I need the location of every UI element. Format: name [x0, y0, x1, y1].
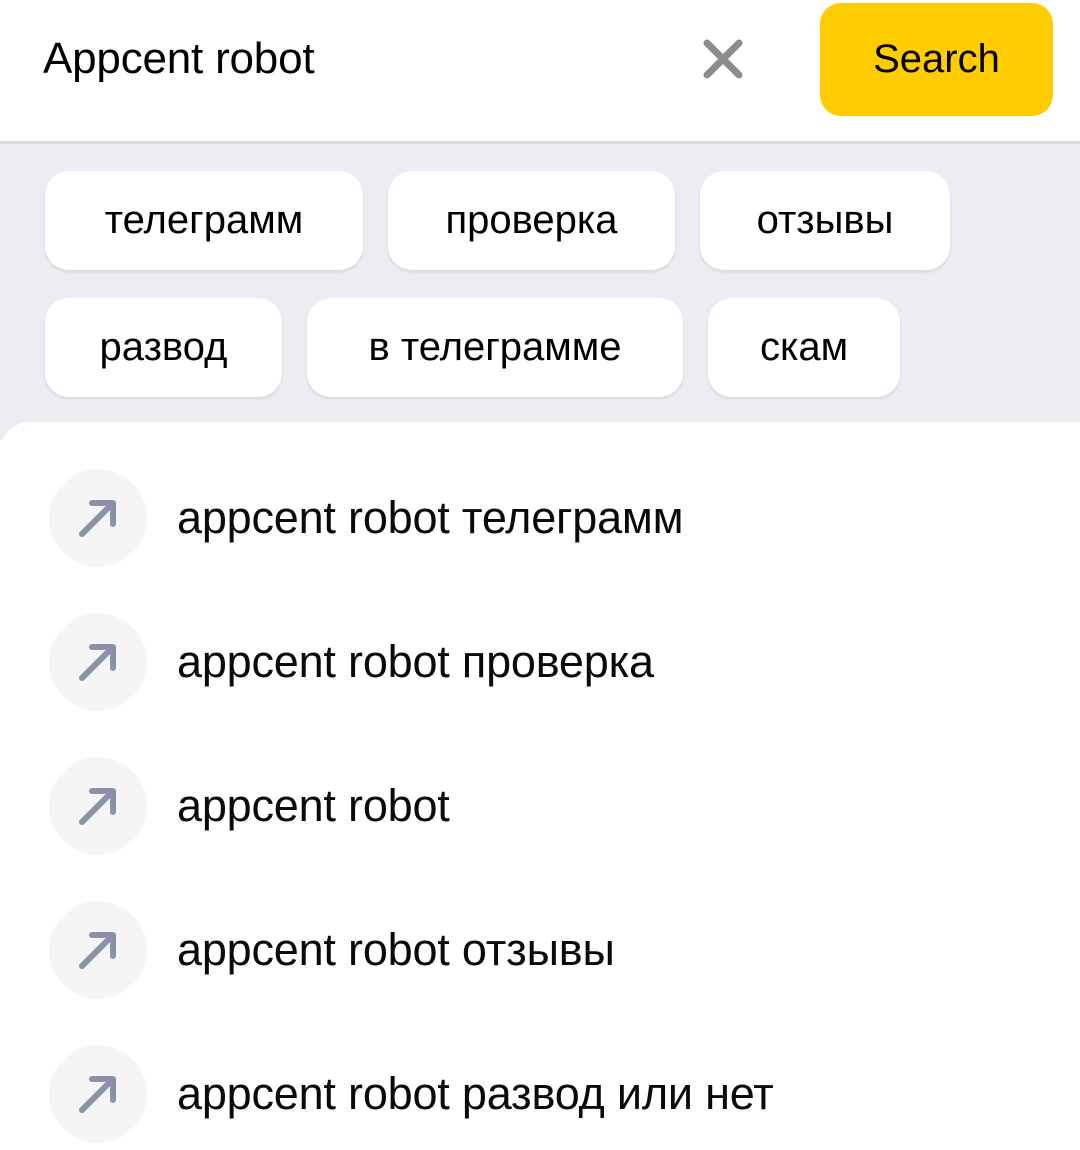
- suggestion-label: appcent robot развод или нет: [177, 1068, 774, 1119]
- suggestion-label: appcent robot: [177, 780, 450, 831]
- refinement-chip[interactable]: отзывы: [700, 171, 950, 270]
- refinement-chip[interactable]: развод: [45, 298, 282, 397]
- arrow-up-right-icon: [49, 1045, 147, 1143]
- arrow-up-right-icon: [49, 901, 147, 999]
- refinement-chip[interactable]: телеграмм: [45, 171, 363, 270]
- refinement-chip[interactable]: в телеграмме: [307, 298, 683, 397]
- search-suggestions-screen: Search телеграмм проверка отзывы развод в те…: [0, 0, 1080, 1150]
- suggestion-row[interactable]: appcent robot: [0, 734, 1080, 878]
- suggestion-row[interactable]: appcent robot отзывы: [0, 878, 1080, 1022]
- arrow-up-right-icon: [49, 613, 147, 711]
- suggestion-label: appcent robot телеграмм: [177, 492, 684, 543]
- suggestion-row[interactable]: appcent robot телеграмм: [0, 446, 1080, 590]
- suggestion-row[interactable]: appcent robot проверка: [0, 590, 1080, 734]
- suggestion-row[interactable]: appcent robot развод или нет: [0, 1022, 1080, 1150]
- refinement-chip[interactable]: проверка: [388, 171, 675, 270]
- close-icon: [688, 24, 758, 94]
- arrow-up-right-icon: [49, 757, 147, 855]
- search-bar: Search: [0, 0, 1080, 141]
- arrow-up-right-icon: [49, 469, 147, 567]
- suggestion-label: appcent robot отзывы: [177, 924, 615, 975]
- refinement-chips-container: телеграмм проверка отзывы развод в телеграмм…: [0, 144, 1080, 440]
- suggestion-label: appcent robot проверка: [177, 636, 654, 687]
- search-submit-button[interactable]: Search: [820, 3, 1053, 116]
- search-input[interactable]: [43, 28, 683, 90]
- suggestions-card: appcent robot телеграмм appcent robot про…: [0, 422, 1080, 1150]
- refinement-chip[interactable]: скам: [708, 298, 900, 397]
- clear-search-button[interactable]: [688, 24, 758, 94]
